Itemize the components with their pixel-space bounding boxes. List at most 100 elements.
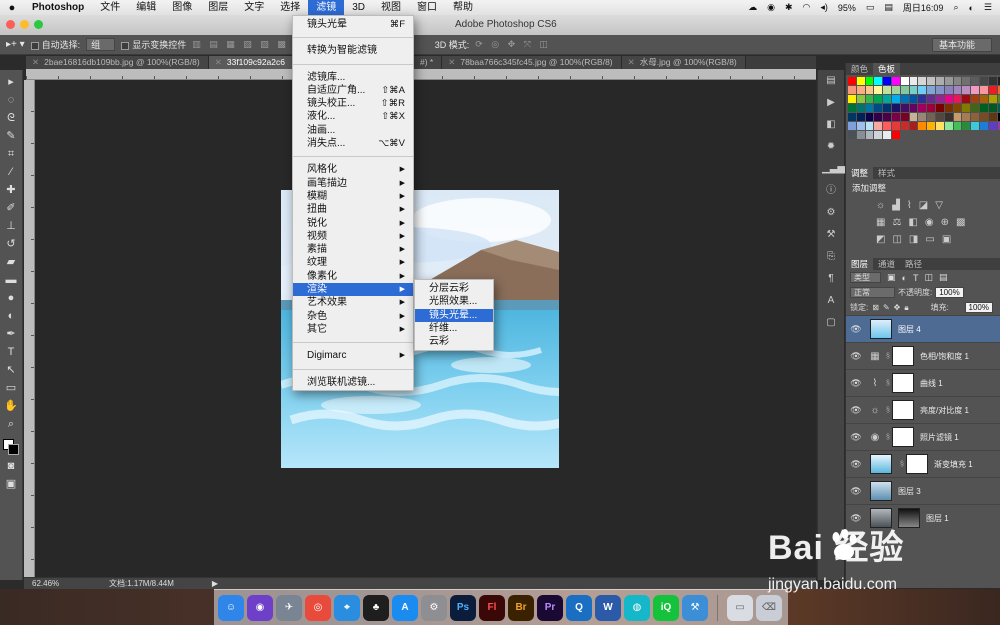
- app-store-icon[interactable]: A: [392, 594, 418, 621]
- link-chain-icon[interactable]: §: [884, 407, 892, 414]
- render-submenu-item[interactable]: 光照效果...: [415, 295, 493, 308]
- tab-doc-5[interactable]: ✕ 水母.jpg @ 100%(RGB/8): [621, 56, 746, 69]
- notes-icon[interactable]: ▢: [822, 315, 840, 331]
- path-select-icon[interactable]: ↖: [2, 362, 20, 378]
- wps-icon[interactable]: ◍: [624, 594, 650, 621]
- screen-mode-icon[interactable]: ▣: [2, 476, 20, 492]
- crop-tool-icon[interactable]: ⌗: [2, 146, 20, 162]
- volume-icon[interactable]: ◂): [820, 2, 828, 13]
- minimize-button[interactable]: [20, 20, 29, 29]
- blend-mode-dropdown[interactable]: 正常: [850, 287, 895, 298]
- stamp-tool-icon[interactable]: ⊥: [2, 218, 20, 234]
- menu-filter[interactable]: 滤镜: [308, 0, 345, 15]
- filter-pixel-icon[interactable]: ▣: [887, 272, 896, 283]
- photoshop-icon[interactable]: Ps: [450, 594, 476, 621]
- word-icon[interactable]: W: [595, 594, 621, 621]
- filter-menu-item[interactable]: 艺术效果 ▶: [293, 296, 413, 309]
- menu-image[interactable]: 图像: [164, 0, 200, 15]
- histogram-icon[interactable]: ▁▃▅: [822, 161, 845, 177]
- iqiyi-icon[interactable]: iQ: [653, 594, 679, 621]
- xcode-icon[interactable]: ⚒: [682, 594, 708, 621]
- healing-tool-icon[interactable]: ✚: [2, 182, 20, 198]
- eye-icon[interactable]: ◉: [767, 2, 775, 13]
- threshold-icon[interactable]: ◨: [909, 234, 918, 245]
- tab-paths[interactable]: 路径: [900, 258, 927, 270]
- visibility-eye-icon[interactable]: 👁︎: [846, 405, 866, 416]
- finder-icon[interactable]: ☺: [218, 594, 244, 621]
- hue-adjust-icon[interactable]: ▦: [876, 217, 885, 228]
- safari-icon[interactable]: ⌖: [334, 594, 360, 621]
- qq-icon[interactable]: ♣: [363, 594, 389, 621]
- filter-menu-item[interactable]: 视频 ▶: [293, 230, 413, 243]
- actions-panel-icon[interactable]: ▶: [822, 95, 840, 111]
- zoom-level[interactable]: 62.46%: [24, 579, 84, 588]
- menu-select[interactable]: 选择: [272, 0, 308, 15]
- filter-menu-item[interactable]: 扭曲 ▶: [293, 203, 413, 216]
- pen-tool-icon[interactable]: ✒: [2, 326, 20, 342]
- lock-position-icon[interactable]: ✥: [894, 303, 901, 312]
- layer-row[interactable]: 👁︎ ☼ § 亮度/对比度 1: [846, 396, 1000, 423]
- notification-icon[interactable]: ☰: [984, 2, 992, 13]
- zoom-tool-icon[interactable]: ⌕: [2, 416, 20, 432]
- battery-icon[interactable]: ▭: [866, 2, 875, 13]
- filter-menu-item[interactable]: 渲染 ▶: [293, 283, 413, 297]
- eraser-tool-icon[interactable]: ▰: [2, 254, 20, 270]
- layer-mask-thumbnail[interactable]: [892, 346, 914, 366]
- tab-channels[interactable]: 通道: [873, 258, 900, 270]
- render-submenu-item[interactable]: 云彩: [415, 335, 493, 348]
- shape-tool-icon[interactable]: ▭: [2, 380, 20, 396]
- tool-presets-icon[interactable]: ⚒: [822, 227, 840, 243]
- move-tool-icon[interactable]: ▸+ ▾: [6, 39, 25, 50]
- swatches-grid[interactable]: [848, 77, 1000, 139]
- link-chain-icon[interactable]: §: [884, 434, 892, 441]
- clock[interactable]: 周日16:09: [903, 1, 944, 14]
- bridge-icon[interactable]: Br: [508, 594, 534, 621]
- hand-tool-icon[interactable]: ✋: [2, 398, 20, 414]
- link-chain-icon[interactable]: §: [898, 461, 906, 468]
- launchpad-icon[interactable]: ✈: [276, 594, 302, 621]
- vibrance-adjust-icon[interactable]: ▽: [935, 200, 943, 211]
- curves-adjust-icon[interactable]: ⌇: [907, 200, 912, 211]
- tab-layers[interactable]: 图层: [846, 258, 874, 270]
- layer-row[interactable]: 👁︎ ◉ § 照片滤镜 1: [846, 423, 1000, 450]
- tab-doc-4[interactable]: ✕ 78baa766c345fc45.jpg @ 100%(RGB/8): [442, 56, 622, 69]
- zoom-button[interactable]: [34, 20, 43, 29]
- filter-menu-item[interactable]: 素描 ▶: [293, 243, 413, 256]
- tab-doc-3[interactable]: #) *: [414, 56, 443, 69]
- layer-row[interactable]: 👁︎ ▦ § 色相/饱和度 1: [846, 342, 1000, 369]
- quick-select-tool-icon[interactable]: ✎: [2, 128, 20, 144]
- visibility-eye-icon[interactable]: 👁︎: [846, 378, 866, 389]
- layer-row[interactable]: 👁︎ 图层 3: [846, 477, 1000, 504]
- exposure-adjust-icon[interactable]: ◪: [919, 200, 928, 211]
- lasso-tool-icon[interactable]: ᘓ: [2, 110, 20, 126]
- tab-doc-2[interactable]: ✕ 33f109c92a2c6: [208, 56, 294, 69]
- filter-menu-item[interactable]: 转换为智能滤镜: [293, 44, 413, 57]
- layer-row[interactable]: 👁︎ 图层 4: [846, 315, 1000, 342]
- brush-tool-icon[interactable]: ✐: [2, 200, 20, 216]
- filter-menu-item[interactable]: 像素化 ▶: [293, 270, 413, 283]
- history-panel-icon[interactable]: ▤: [822, 73, 840, 89]
- channel-mixer-icon[interactable]: ⊕: [941, 217, 949, 228]
- menu-edit[interactable]: 编辑: [128, 0, 164, 15]
- tab-doc-1[interactable]: ✕ 2bae16816db109bb.jpg @ 100%(RGB/8): [26, 56, 209, 69]
- menu-3d[interactable]: 3D: [344, 0, 373, 15]
- wifi-icon[interactable]: ◠: [802, 2, 810, 13]
- align-buttons[interactable]: ▥ ▤ ▦ ▧ ▨ ▩: [192, 39, 289, 50]
- mode-3d-buttons[interactable]: ⟳ ◎ ✥ ⤧ ◫: [475, 39, 551, 50]
- color-lookup-icon[interactable]: ▩: [956, 217, 965, 228]
- filter-menu-item[interactable]: 画笔描边 ▶: [293, 177, 413, 190]
- cloud-icon[interactable]: ☁: [748, 2, 757, 13]
- battery-percent[interactable]: 95%: [838, 3, 856, 13]
- brush-settings-icon[interactable]: ✹: [822, 139, 840, 155]
- bw-adjust-icon[interactable]: ◧: [908, 217, 917, 228]
- layer-comps-icon[interactable]: ◧: [822, 117, 840, 133]
- menu-window[interactable]: 窗口: [409, 0, 445, 15]
- tab-swatches[interactable]: 色板: [873, 63, 901, 75]
- layer-mask-thumbnail[interactable]: [906, 454, 928, 474]
- layer-kind-dropdown[interactable]: 类型: [850, 272, 881, 283]
- auto-select-dropdown[interactable]: 组: [86, 38, 116, 51]
- layer-mask-thumbnail[interactable]: [892, 427, 914, 447]
- premiere-icon[interactable]: Pr: [537, 594, 563, 621]
- posterize-icon[interactable]: ◫: [892, 234, 901, 245]
- menu-file[interactable]: 文件: [92, 0, 128, 15]
